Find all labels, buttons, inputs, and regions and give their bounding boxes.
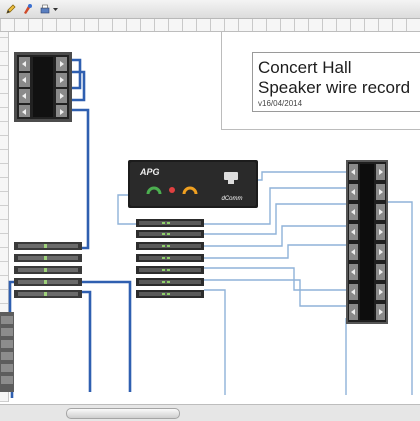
patch-panel-icon[interactable] <box>14 242 82 300</box>
amplifier-rack-icon[interactable] <box>14 52 72 122</box>
speaker-wire <box>388 201 413 395</box>
speaker-wire <box>72 70 86 102</box>
equipment-cabinet-icon[interactable] <box>0 312 14 392</box>
speaker-wire <box>204 203 346 235</box>
speaker-wire <box>204 289 226 395</box>
speaker-wire <box>204 225 346 247</box>
scrollbar-thumb[interactable] <box>66 408 180 419</box>
brand-label: APG <box>139 167 160 177</box>
speaker-wire <box>204 244 346 259</box>
processor-icon[interactable]: APG dComm <box>128 160 258 208</box>
speaker-wire <box>204 267 346 291</box>
speaker-wire <box>82 290 92 392</box>
horizontal-scrollbar[interactable] <box>0 404 420 421</box>
amplifier-stack-icon[interactable] <box>136 219 204 299</box>
model-label: dComm <box>221 196 242 202</box>
speaker-panel-icon[interactable] <box>346 160 388 324</box>
speaker-wire <box>72 58 82 90</box>
speaker-wire <box>72 108 90 250</box>
